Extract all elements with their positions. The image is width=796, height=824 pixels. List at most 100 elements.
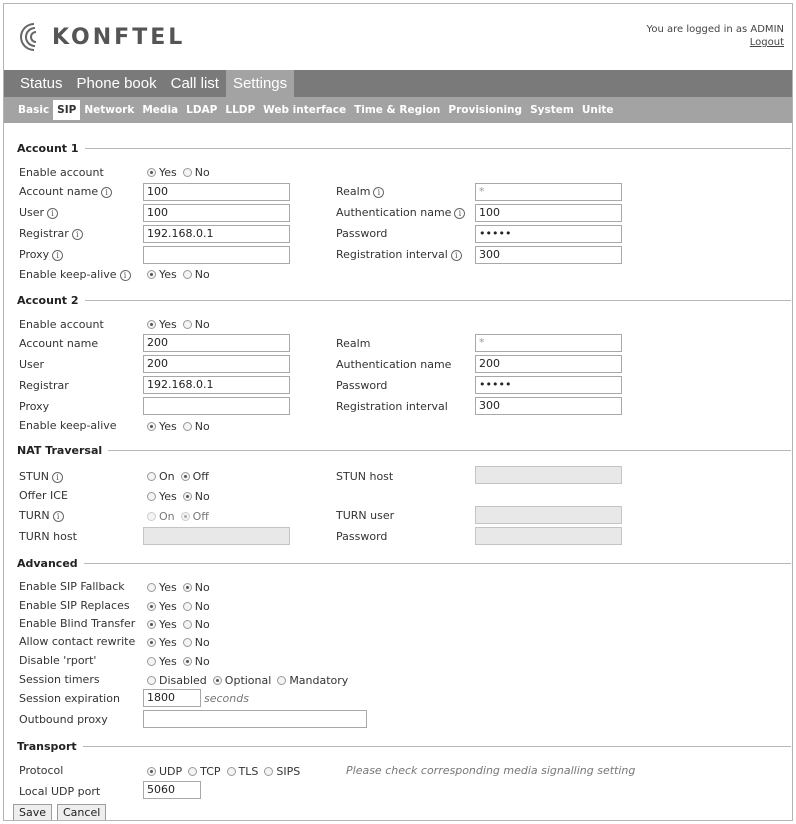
- account2-password-input[interactable]: •••••: [475, 376, 622, 394]
- turn-radio-group: On Off: [147, 510, 215, 523]
- account2-enable-yes-radio[interactable]: [147, 320, 156, 329]
- disable-rport-yes-radio[interactable]: [147, 657, 156, 666]
- account2-account-name-input[interactable]: 200: [143, 334, 290, 352]
- radio-label: Yes: [159, 636, 177, 649]
- info-icon[interactable]: i: [101, 186, 113, 198]
- label-text: User: [19, 206, 45, 219]
- label-text: Registration interval: [336, 248, 448, 261]
- sip-fallback-yes-radio[interactable]: [147, 583, 156, 592]
- info-icon[interactable]: i: [52, 249, 64, 261]
- tab-ldap[interactable]: LDAP: [182, 100, 221, 120]
- account1-auth-name-label: Authentication name i: [336, 206, 466, 219]
- session-timers-mandatory-radio[interactable]: [277, 676, 287, 685]
- account1-account-name-input[interactable]: 100: [143, 183, 290, 201]
- account1-enable-no-radio[interactable]: [182, 168, 192, 177]
- stun-off-radio[interactable]: [180, 472, 190, 481]
- info-icon[interactable]: i: [119, 269, 131, 281]
- turn-password-input[interactable]: [475, 527, 622, 545]
- turn-on-radio[interactable]: [147, 512, 156, 521]
- account2-enable-label: Enable account: [19, 318, 104, 331]
- account1-auth-name-input[interactable]: 100: [475, 204, 622, 222]
- account1-keepalive-no-radio[interactable]: [182, 270, 192, 279]
- turn-user-input[interactable]: [475, 506, 622, 524]
- account2-reg-interval-input[interactable]: 300: [475, 397, 622, 415]
- tab-lldp[interactable]: LLDP: [221, 100, 259, 120]
- info-icon[interactable]: i: [71, 228, 83, 240]
- radio-label: No: [194, 166, 210, 179]
- tab-media[interactable]: Media: [138, 100, 182, 120]
- account1-registrar-input[interactable]: 192.168.0.1: [143, 225, 290, 243]
- logout-link[interactable]: Logout: [647, 36, 784, 49]
- account2-auth-name-label: Authentication name: [336, 358, 452, 371]
- protocol-udp-radio[interactable]: [147, 767, 156, 776]
- offer-ice-no-radio[interactable]: [182, 492, 192, 501]
- account2-keepalive-yes-radio[interactable]: [147, 422, 156, 431]
- main-nav-settings[interactable]: Settings: [225, 70, 295, 97]
- sip-fallback-no-radio[interactable]: [182, 583, 192, 592]
- stun-on-radio[interactable]: [147, 472, 156, 481]
- account1-password-input[interactable]: •••••: [475, 225, 622, 243]
- protocol-sips-radio[interactable]: [264, 767, 274, 776]
- main-nav-call-list[interactable]: Call list: [164, 70, 226, 97]
- blind-transfer-yes-radio[interactable]: [147, 620, 156, 629]
- account2-auth-name-input[interactable]: 200: [475, 355, 622, 373]
- account2-enable-no-radio[interactable]: [182, 320, 192, 329]
- tab-web-interface[interactable]: Web interface: [259, 100, 350, 120]
- tab-unite[interactable]: Unite: [578, 100, 618, 120]
- contact-rewrite-no-radio[interactable]: [182, 638, 192, 647]
- account1-enable-label: Enable account: [19, 166, 104, 179]
- info-icon[interactable]: i: [454, 207, 466, 219]
- session-timers-optional-radio[interactable]: [212, 676, 222, 685]
- main-nav-status[interactable]: Status: [4, 70, 70, 97]
- account2-registrar-input[interactable]: 192.168.0.1: [143, 376, 290, 394]
- radio-label: No: [194, 318, 210, 331]
- account1-user-input[interactable]: 100: [143, 204, 290, 222]
- sip-replaces-no-radio[interactable]: [182, 602, 192, 611]
- info-icon[interactable]: i: [52, 510, 64, 522]
- contact-rewrite-yes-radio[interactable]: [147, 638, 156, 647]
- stun-host-input[interactable]: [475, 466, 622, 484]
- account2-keepalive-no-radio[interactable]: [182, 422, 192, 431]
- account1-proxy-input[interactable]: [143, 246, 290, 264]
- info-icon[interactable]: i: [47, 207, 59, 219]
- blind-transfer-radio-group: Yes No: [147, 618, 216, 631]
- info-icon[interactable]: i: [450, 249, 462, 261]
- disable-rport-no-radio[interactable]: [182, 657, 192, 666]
- tab-time-region[interactable]: Time & Region: [350, 100, 444, 120]
- radio-label: Yes: [159, 655, 177, 668]
- account2-realm-input[interactable]: *: [475, 334, 622, 352]
- tab-basic[interactable]: Basic: [4, 100, 53, 120]
- tab-system[interactable]: System: [526, 100, 578, 120]
- info-icon[interactable]: i: [51, 471, 63, 483]
- tab-network[interactable]: Network: [80, 100, 138, 120]
- session-timers-disabled-radio[interactable]: [147, 676, 156, 685]
- outbound-proxy-input[interactable]: [143, 710, 367, 728]
- info-icon[interactable]: i: [373, 186, 385, 198]
- account2-user-input[interactable]: 200: [143, 355, 290, 373]
- tab-sip[interactable]: SIP: [53, 100, 81, 120]
- blind-transfer-no-radio[interactable]: [182, 620, 192, 629]
- main-nav-phone-book[interactable]: Phone book: [70, 70, 164, 97]
- contact-rewrite-label: Allow contact rewrite: [19, 635, 136, 648]
- tab-provisioning[interactable]: Provisioning: [444, 100, 526, 120]
- account1-enable-yes-radio[interactable]: [147, 168, 156, 177]
- radio-label: Yes: [159, 166, 177, 179]
- radio-label: No: [194, 618, 210, 631]
- local-udp-port-input[interactable]: 5060: [143, 781, 201, 799]
- account2-proxy-input[interactable]: [143, 397, 290, 415]
- account1-enable-radio-group: Yes No: [147, 166, 216, 179]
- protocol-tcp-radio[interactable]: [188, 767, 198, 776]
- protocol-tls-radio[interactable]: [226, 767, 236, 776]
- sip-replaces-yes-radio[interactable]: [147, 602, 156, 611]
- account1-realm-label: Realm i: [336, 185, 385, 198]
- offer-ice-yes-radio[interactable]: [147, 492, 156, 501]
- account1-reg-interval-input[interactable]: 300: [475, 246, 622, 264]
- account1-realm-input[interactable]: *: [475, 183, 622, 201]
- session-expiration-input[interactable]: 1800: [143, 689, 201, 707]
- cancel-button[interactable]: Cancel: [57, 804, 107, 820]
- advanced-section-title: Advanced: [17, 557, 791, 570]
- account1-keepalive-yes-radio[interactable]: [147, 270, 156, 279]
- save-button[interactable]: Save: [13, 804, 53, 820]
- turn-off-radio[interactable]: [180, 512, 190, 521]
- turn-host-input[interactable]: [143, 527, 290, 545]
